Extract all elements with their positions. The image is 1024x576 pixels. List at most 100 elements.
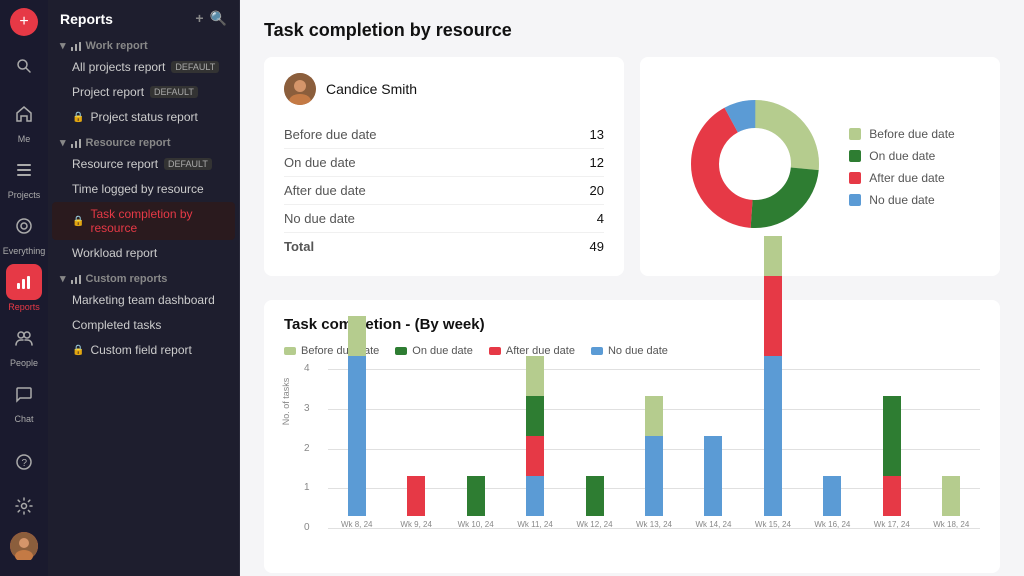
stacked-bar-2	[467, 476, 485, 516]
legend-label-on: On due date	[869, 149, 935, 163]
legend-dot-after	[849, 172, 861, 184]
sidebar-item-marketing[interactable]: Marketing team dashboard	[52, 288, 235, 312]
stat-value-total: 49	[590, 239, 604, 254]
home-label: Me	[18, 134, 31, 144]
bar-label-2: Wk 10, 24	[458, 520, 494, 529]
chart-legend-label-no: No due date	[608, 345, 668, 357]
stat-value-before: 13	[590, 127, 604, 142]
sidebar-title: Reports	[60, 11, 113, 27]
sidebar-item-completed-tasks[interactable]: Completed tasks	[52, 313, 235, 337]
search-icon-btn[interactable]	[6, 48, 42, 84]
sidebar-add-icon[interactable]: +	[195, 10, 203, 27]
stat-label-no: No due date	[284, 211, 355, 226]
bar-segment-before-0	[348, 316, 366, 356]
stat-value-on: 12	[590, 155, 604, 170]
chart-legend-dot-after	[489, 347, 501, 355]
chevron-icon-3: ▾	[60, 272, 66, 285]
everything-label: Everything	[3, 246, 46, 256]
bar-label-8: Wk 16, 24	[814, 520, 850, 529]
sidebar-item-custom-field[interactable]: 🔒 Custom field report	[52, 338, 235, 362]
bar-segment-no-3	[526, 476, 544, 516]
sidebar-header: Reports + 🔍	[48, 0, 239, 33]
stacked-bar-10	[942, 476, 960, 516]
legend-dot-on	[849, 150, 861, 162]
sidebar-item-all-projects[interactable]: All projects report DEFAULT	[52, 55, 235, 79]
lock-icon: 🔒	[72, 112, 84, 123]
resource-report-label: Resource report	[86, 137, 171, 149]
user-avatar-icon[interactable]	[10, 532, 38, 560]
stacked-bar-7	[764, 236, 782, 516]
chart-legend-label-on: On due date	[412, 345, 473, 357]
stats-table: Candice Smith Before due date 13 On due …	[264, 57, 624, 276]
sidebar-item-time-logged[interactable]: Time logged by resource	[52, 177, 235, 201]
stacked-bar-6	[704, 436, 722, 516]
chat-label: Chat	[14, 414, 33, 424]
y-axis-label: No. of tasks	[281, 378, 291, 426]
chart-legend-dot-no	[591, 347, 603, 355]
bar-segment-on-9	[883, 396, 901, 476]
lock-icon-3: 🔒	[72, 345, 84, 356]
bar-segment-before-3	[526, 356, 544, 396]
bar-label-1: Wk 9, 24	[400, 520, 432, 529]
sidebar-item-resource-report[interactable]: Resource report DEFAULT	[52, 152, 235, 176]
sidebar-item-task-completion[interactable]: 🔒 Task completion by resource	[52, 202, 235, 240]
sidebar-search-icon[interactable]: 🔍	[210, 10, 227, 27]
custom-field-label: Custom field report	[90, 343, 191, 357]
donut-legend: Before due date On due date After due da…	[849, 127, 954, 207]
stat-row-no: No due date 4	[284, 205, 604, 233]
donut-chart	[685, 94, 825, 239]
all-projects-badge: DEFAULT	[171, 61, 219, 73]
stat-label-total: Total	[284, 239, 314, 254]
bar-group-9: Wk 17, 24	[863, 396, 920, 529]
user-row: Candice Smith	[284, 73, 604, 105]
bar-group-2: Wk 10, 24	[447, 476, 504, 529]
bars-wrapper: Wk 8, 24Wk 9, 24Wk 10, 24Wk 11, 24Wk 12,…	[328, 369, 980, 529]
bar-group-3: Wk 11, 24	[506, 356, 563, 529]
work-report-label: Work report	[86, 40, 148, 52]
home-icon-btn[interactable]	[6, 96, 42, 132]
add-button[interactable]: +	[10, 8, 38, 36]
main-content: Task completion by resource Candice Smit…	[240, 0, 1024, 576]
stacked-bar-0	[348, 316, 366, 516]
bar-segment-after-1	[407, 476, 425, 516]
stat-row-after: After due date 20	[284, 177, 604, 205]
project-status-label: Project status report	[90, 110, 197, 124]
chevron-icon-2: ▾	[60, 136, 66, 149]
bar-group-5: Wk 13, 24	[625, 396, 682, 529]
reports-icon-btn[interactable]	[6, 264, 42, 300]
y-label-0: 0	[304, 522, 310, 533]
donut-card: Before due date On due date After due da…	[640, 57, 1000, 276]
projects-label: Projects	[8, 190, 41, 200]
sidebar-section-work-report: ▾ Work report	[48, 33, 239, 54]
bar-label-9: Wk 17, 24	[874, 520, 910, 529]
marketing-label: Marketing team dashboard	[72, 293, 215, 307]
bar-segment-on-4	[586, 476, 604, 516]
sidebar-item-workload[interactable]: Workload report	[52, 241, 235, 265]
chart-legend-dot-on	[395, 347, 407, 355]
lock-icon-2: 🔒	[72, 216, 84, 227]
bar-segment-after-9	[883, 476, 901, 516]
task-completion-label: Task completion by resource	[90, 207, 223, 235]
legend-before: Before due date	[849, 127, 954, 141]
bar-segment-after-3	[526, 436, 544, 476]
bar-segment-after-7	[764, 276, 782, 356]
bar-label-0: Wk 8, 24	[341, 520, 373, 529]
sidebar-item-project-status[interactable]: 🔒 Project status report	[52, 105, 235, 129]
legend-after: After due date	[849, 171, 954, 185]
y-label-1: 1	[304, 482, 310, 493]
stacked-bar-1	[407, 476, 425, 516]
bar-segment-no-0	[348, 356, 366, 516]
sidebar-item-project-report[interactable]: Project report DEFAULT	[52, 80, 235, 104]
everything-icon-btn[interactable]	[6, 208, 42, 244]
bar-group-10: Wk 18, 24	[923, 476, 980, 529]
sidebar-section-resource-report: ▾ Resource report	[48, 130, 239, 151]
settings-icon-btn[interactable]	[6, 488, 42, 524]
chat-icon-btn[interactable]	[6, 376, 42, 412]
bar-segment-before-7	[764, 236, 782, 276]
projects-icon-btn[interactable]	[6, 152, 42, 188]
people-label: People	[10, 358, 38, 368]
stat-label-before: Before due date	[284, 127, 377, 142]
people-icon-btn[interactable]	[6, 320, 42, 356]
help-icon-btn[interactable]: ?	[6, 444, 42, 480]
time-logged-label: Time logged by resource	[72, 182, 204, 196]
